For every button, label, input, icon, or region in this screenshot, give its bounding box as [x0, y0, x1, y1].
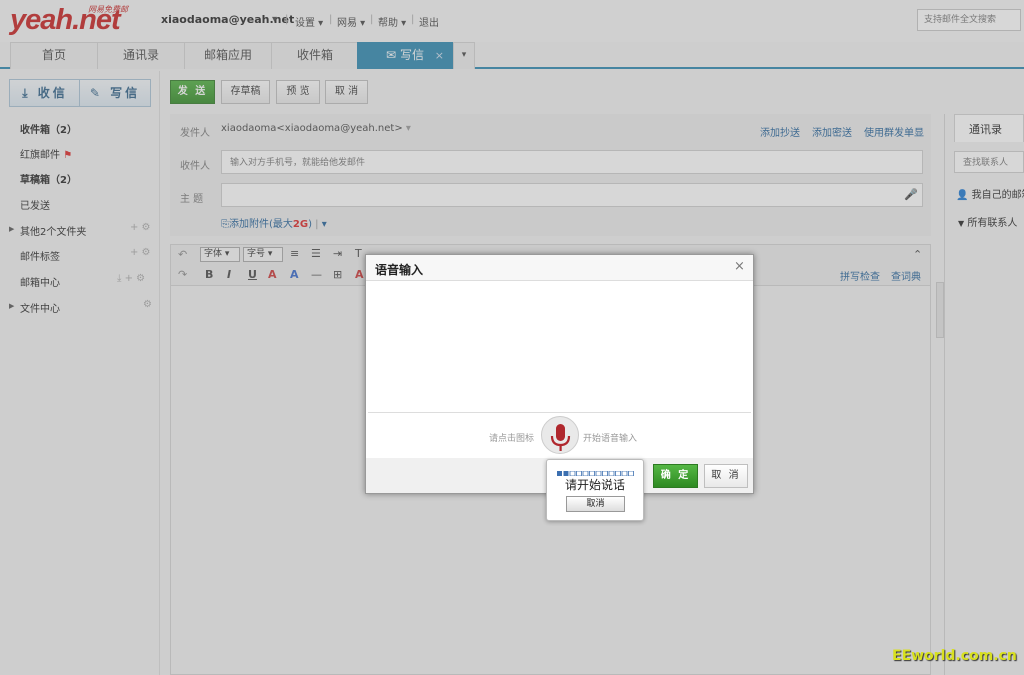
popup-prompt: 请开始说话: [564, 478, 625, 492]
recording-popup: 请开始说话 取消: [546, 459, 644, 521]
popup-cancel-button[interactable]: 取消: [566, 496, 625, 512]
microphone-icon[interactable]: [541, 416, 579, 454]
hint-right: 开始语音输入: [583, 434, 638, 444]
dialog-title: 语音输入: [366, 255, 753, 281]
dialog-cancel-button[interactable]: 取 消: [704, 464, 748, 488]
volume-meter: [557, 466, 635, 477]
voice-input-dialog: 语音输入 × 请点击图标 开始语音输入 确 定 取 消: [365, 254, 754, 494]
confirm-button[interactable]: 确 定: [653, 464, 698, 488]
watermark: EEworld.com.cn: [892, 648, 1017, 664]
voice-text-area[interactable]: [368, 283, 751, 413]
hint-left: 请点击图标: [489, 434, 535, 444]
close-icon[interactable]: ×: [734, 259, 745, 274]
